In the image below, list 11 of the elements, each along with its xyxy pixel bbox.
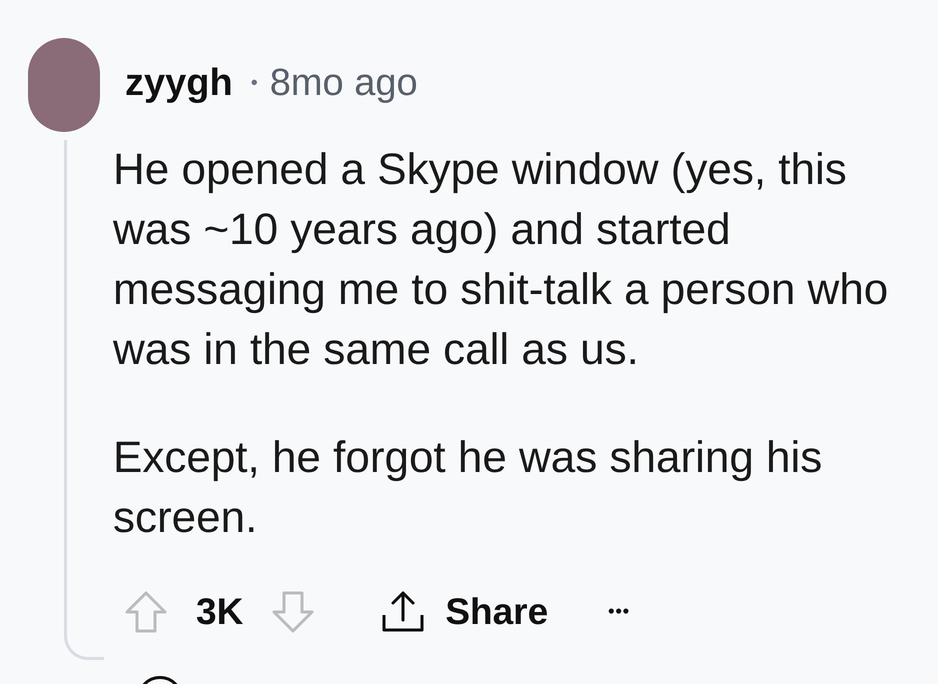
comment-paragraph: He opened a Skype window (yes, this was ~10 years ago) and started messaging me to shit-talk a person who was in the same call as us. — [113, 144, 890, 376]
username[interactable]: zyygh — [125, 54, 233, 112]
share-icon — [381, 590, 426, 634]
timestamp: 8mo ago — [270, 60, 418, 106]
vote-count: 3K — [196, 590, 244, 634]
separator-dot: • — [250, 71, 258, 96]
more-options-button[interactable]: ••• — [608, 598, 630, 626]
downvote-icon[interactable] — [271, 590, 316, 634]
comment-paragraph: Except, he forgot he was sharing his screen. — [113, 432, 824, 544]
upvote-icon[interactable] — [124, 590, 168, 634]
share-button[interactable]: Share — [381, 584, 548, 640]
